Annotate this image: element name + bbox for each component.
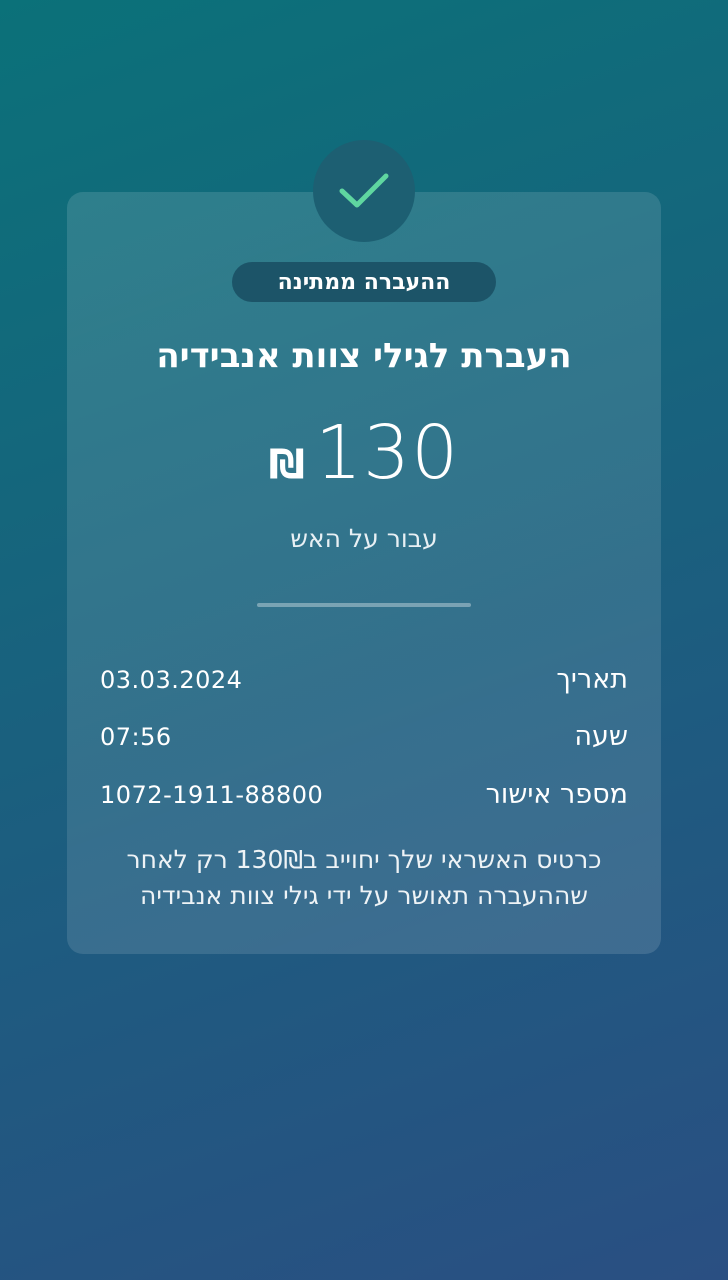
confirmation-number-label: מספר אישור	[485, 779, 628, 810]
time-label: שעה	[574, 721, 628, 752]
confirmation-number-value: 1072-1911-88800	[100, 780, 324, 809]
transfer-card	[67, 192, 661, 954]
detail-row-confirmation: 1072-1911-88800 מספר אישור	[100, 779, 628, 810]
detail-row-date: 03.03.2024 תאריך	[100, 664, 628, 695]
date-value: 03.03.2024	[100, 665, 243, 694]
time-value: 07:56	[100, 722, 172, 751]
success-badge	[313, 140, 415, 242]
date-label: תאריך	[556, 664, 628, 695]
transfer-amount: ₪ 130	[0, 410, 728, 496]
amount-value: 130	[314, 410, 460, 496]
detail-row-time: 07:56 שעה	[100, 721, 628, 752]
divider	[257, 603, 471, 607]
check-icon	[339, 173, 389, 208]
transfer-description: עבור על האש	[290, 524, 438, 553]
status-badge: ההעברה ממתינה	[232, 262, 496, 302]
currency-symbol: ₪	[268, 442, 305, 488]
transfer-title: העברת לגילי צוות אנבידיה	[156, 336, 572, 376]
charge-note: כרטיס האשראי שלך יחוייב ב130₪ רק לאחר שה…	[126, 845, 602, 910]
status-label: ההעברה ממתינה	[277, 269, 451, 295]
